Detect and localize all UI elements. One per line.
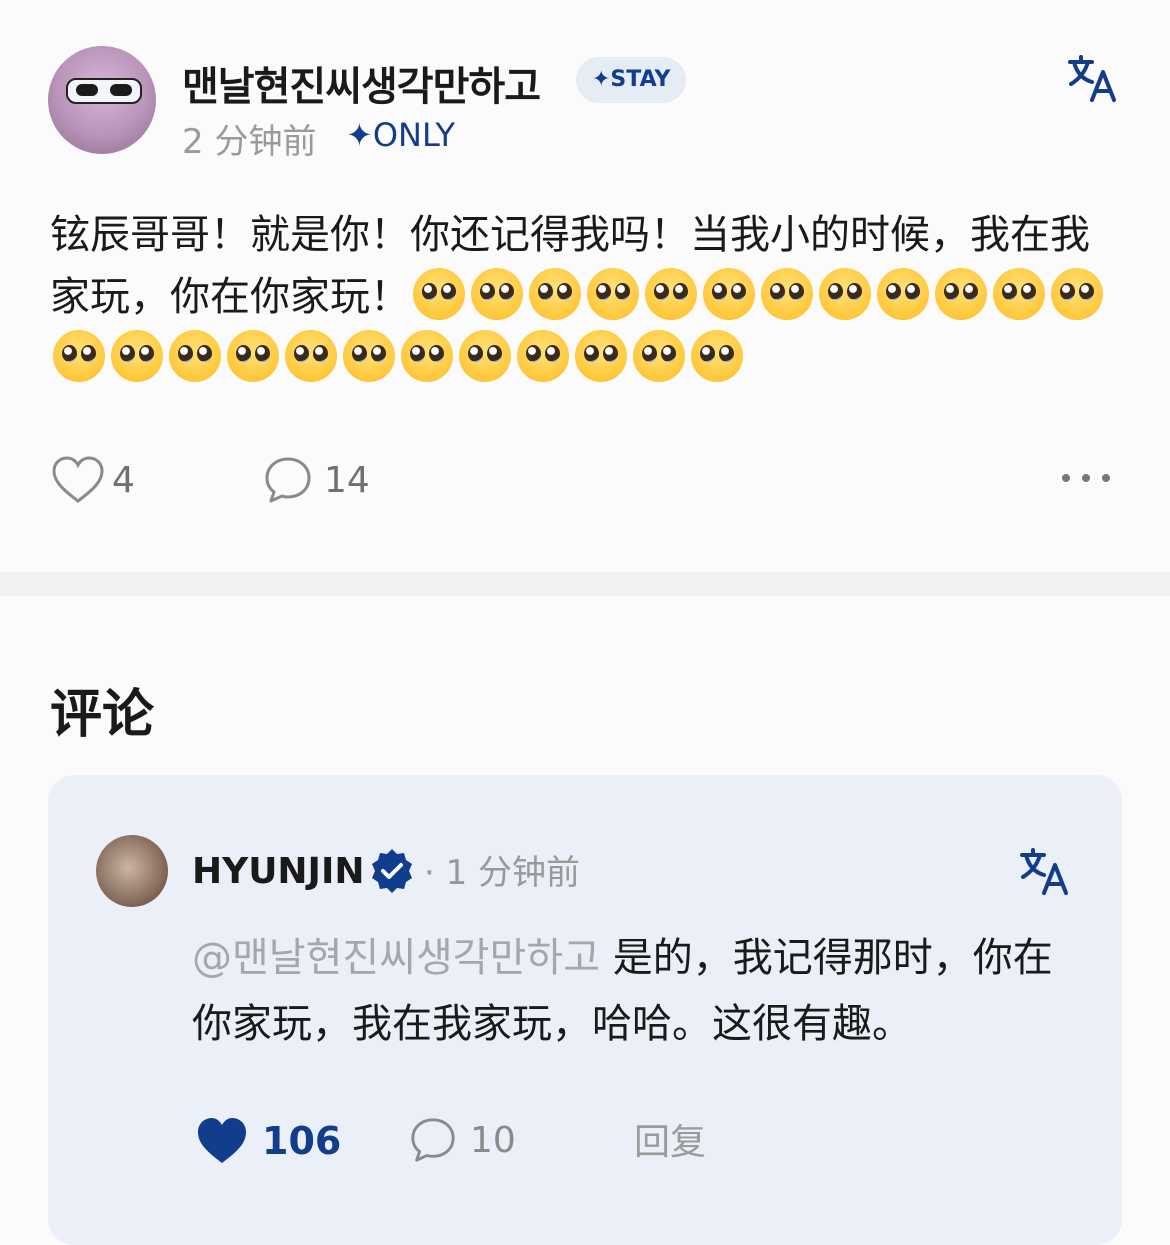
comment-reply-count-button[interactable]: 10 [408, 1115, 516, 1165]
pleading-face-emoji [517, 330, 569, 382]
heart-filled-icon [198, 1118, 246, 1163]
pleading-face-emoji [633, 330, 685, 382]
comments-heading: 评论 [50, 685, 155, 745]
pleading-face-emoji [471, 268, 523, 320]
pleading-face-emoji [993, 268, 1045, 320]
pleading-face-emoji [401, 330, 453, 382]
comment-like-count: 106 [262, 1119, 342, 1163]
pleading-face-emoji [343, 330, 395, 382]
comment-bubble-icon [411, 1118, 455, 1162]
only-label: ✦ONLY [346, 116, 456, 154]
pleading-face-emoji [703, 268, 755, 320]
section-divider [0, 572, 1170, 596]
reply-button[interactable]: 回复 [634, 1113, 706, 1165]
pleading-face-emoji [691, 330, 743, 382]
post-body: 铉辰哥哥！就是你！你还记得我吗！当我小的时候，我在我家玩，你在你家玩！ [50, 204, 1120, 390]
like-count: 4 [112, 459, 135, 501]
post-author-avatar[interactable] [48, 46, 156, 154]
post-time: 2 分钟前 [182, 122, 317, 162]
comment-bubble-icon [265, 457, 311, 503]
comment-author-name[interactable]: HYUNJIN [192, 851, 364, 892]
pleading-face-emoji [227, 330, 279, 382]
pleading-face-emoji [111, 330, 163, 382]
pleading-face-emoji [587, 268, 639, 320]
post: 맨날현진씨생각만하고 ✦STAY 2 分钟前 ✦ONLY 铉辰哥哥！就是你！你还… [0, 0, 1170, 572]
pleading-face-emoji [575, 330, 627, 382]
pleading-face-emoji [169, 330, 221, 382]
pleading-face-emoji [529, 268, 581, 320]
pleading-face-emoji [413, 268, 465, 320]
pleading-face-emoji [761, 268, 813, 320]
mention-link[interactable]: @맨날현진씨생각만하고 [192, 935, 600, 981]
heart-outline-icon [52, 456, 104, 503]
comment-button[interactable]: 14 [262, 454, 370, 506]
comment-author-avatar[interactable] [96, 835, 168, 907]
comment-count: 14 [324, 459, 370, 501]
pleading-face-emoji [285, 330, 337, 382]
pleading-face-emoji [877, 268, 929, 320]
post-author-name[interactable]: 맨날현진씨생각만하고 [182, 54, 541, 112]
comment-time: · 1 分钟前 [424, 853, 581, 893]
translate-icon[interactable] [1066, 52, 1118, 104]
post-actions: 4 14 [0, 450, 1170, 510]
comment-card: HYUNJIN · 1 分钟前 @맨날현진씨생각만하고 是的，我记得那时，你在你… [48, 775, 1122, 1245]
pleading-face-emoji [53, 330, 105, 382]
verified-badge-icon [372, 849, 412, 893]
comment-body: @맨날현진씨생각만하고 是的，我记得那时，你在你家玩，我在我家玩，哈哈。这很有趣… [192, 925, 1062, 1057]
pleading-face-emoji [459, 330, 511, 382]
pleading-face-emoji [645, 268, 697, 320]
like-button[interactable]: 4 [50, 454, 135, 506]
more-options-icon[interactable] [1058, 470, 1114, 486]
sunglasses-graphic [66, 78, 142, 104]
comment-translate-icon[interactable] [1018, 845, 1070, 897]
pleading-face-emoji [819, 268, 871, 320]
stay-badge: ✦STAY [576, 57, 687, 103]
pleading-face-emoji [935, 268, 987, 320]
comment-reply-count: 10 [470, 1119, 516, 1161]
comment-like-button[interactable]: 106 [194, 1115, 341, 1167]
pleading-face-emoji [1051, 268, 1103, 320]
